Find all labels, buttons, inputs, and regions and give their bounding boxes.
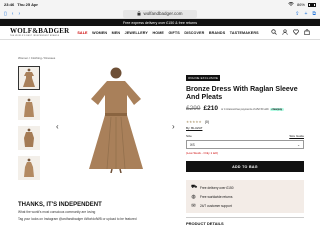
battery-percent: 86% [296,2,305,7]
account-icon[interactable] [282,28,288,37]
url-text: wolfandbadger.com [143,11,183,16]
clearpay-logo[interactable]: clearpay [269,108,285,112]
independent-section: THANKS, IT'S INDEPENDENT What the world'… [18,202,168,222]
rating-count: (0) [204,120,209,125]
promo-banner[interactable]: Free express delivery over £150 & free r… [0,19,320,26]
forward-icon[interactable]: › [18,11,20,17]
thumbnail-3[interactable] [18,126,40,150]
status-bar: 23:46 Thu 25 Apr 86% [0,0,320,9]
status-time: 23:46 [4,2,15,7]
breadcrumb[interactable]: Women / Clothing / Dresses [18,56,55,60]
independent-line-2: Tag your looks on Instagram @wolfandbadg… [18,216,137,221]
nav-item-discover[interactable]: DISCOVER [184,31,204,35]
independent-heading: THANKS, IT'S INDEPENDENT [18,202,102,208]
browser-bar: ▯ ‹ › wolfandbadger.com ⇪ + ⧉ [0,9,320,19]
chevron-down-icon: ⌄ [297,142,300,147]
size-select[interactable]: XS ⌄ [186,140,304,150]
address-bar[interactable]: wolfandbadger.com [123,9,197,18]
price-row: £299 £210 or 4 interest-free payments of… [186,105,304,112]
thumbnail-2[interactable] [18,96,40,120]
sidebar-icon[interactable]: ▯ [4,11,7,17]
size-row: Size Size Guide [186,134,304,138]
brand-link[interactable]: By: BLUZAT [186,126,304,130]
status-date: Thu 25 Apr [17,2,38,7]
wishlist-icon[interactable] [293,29,299,37]
site-logo[interactable]: WOLF&BADGER THE WORLD'S BEST INDEPENDENT… [10,27,70,38]
installments-text: or 4 interest-free payments of £52.50 wi… [220,108,285,112]
nav-item-women[interactable]: WOMEN [92,31,107,35]
tabs-icon[interactable]: ⧉ [312,11,316,17]
globe-icon: ◍ [191,193,196,200]
thumbnail-list [18,66,42,186]
perk-returns: ◍ Free worldwide returns [191,193,233,200]
site-header: WOLF&BADGER THE WORLD'S BEST INDEPENDENT… [0,26,320,40]
perk-delivery: ⛟ Free delivery over £150 [191,184,234,191]
low-stock-text: (Low Stock - Only 1 left) [186,151,219,156]
logo-tagline: THE WORLD'S BEST INDEPENDENT BRANDS [10,35,60,37]
nav-item-brands[interactable]: BRANDS [209,31,225,35]
back-icon[interactable]: ‹ [12,11,14,17]
battery-icon [308,2,316,7]
search-icon[interactable] [271,28,277,37]
product-details-heading[interactable]: PRODUCT DETAILS [186,217,304,226]
was-price: £299 [186,105,201,113]
perk-support: ✉ 24/7 customer support [191,202,232,209]
new-tab-icon[interactable]: + [305,11,308,17]
promo-text: Free express delivery over £150 & free r… [122,20,198,25]
prev-image-arrow[interactable]: ‹ [56,122,59,131]
lock-icon [137,10,141,17]
wifi-icon [288,2,294,7]
rating[interactable]: ★★★★★ (0) [186,120,304,124]
chat-icon: ✉ [191,202,196,209]
thumbnail-1[interactable] [18,66,40,90]
size-guide-link[interactable]: Size Guide [289,134,304,138]
current-price: £210 [203,105,218,113]
add-to-bag-button[interactable]: ADD TO BAG [186,161,304,173]
rating-stars: ★★★★★ [186,120,202,125]
perks-box: ⛟ Free delivery over £150 ◍ Free worldwi… [186,180,304,214]
main-product-image[interactable] [66,64,166,174]
size-value: XS [190,142,195,147]
nav-item-sale[interactable]: SALE [77,31,87,35]
independent-line-1: What the world's most conscious communit… [18,210,96,214]
nav-item-gifts[interactable]: GIFTS [168,31,179,35]
product-title: Bronze Dress With Raglan Sleeve And Plea… [186,86,298,102]
truck-icon: ⛟ [191,184,198,191]
product-panel: ONLINE EXCLUSIVE Bronze Dress With Ragla… [186,66,304,226]
next-image-arrow[interactable]: › [172,122,175,131]
nav-item-jewellery[interactable]: JEWELLERY [125,31,148,35]
thumbnail-4[interactable] [18,156,40,180]
nav-item-men[interactable]: MEN [112,31,121,35]
exclusive-badge: ONLINE EXCLUSIVE [186,75,221,81]
nav-item-tastemakers[interactable]: TASTEMAKERS [230,31,259,35]
nav-item-home[interactable]: HOME [152,31,163,35]
main-nav: SALE WOMEN MEN JEWELLERY HOME GIFTS DISC… [77,31,258,35]
bag-icon[interactable] [304,28,310,37]
size-label: Size [186,134,192,139]
logo-text: WOLF&BADGER [10,27,70,35]
share-icon[interactable]: ⇪ [295,11,299,17]
